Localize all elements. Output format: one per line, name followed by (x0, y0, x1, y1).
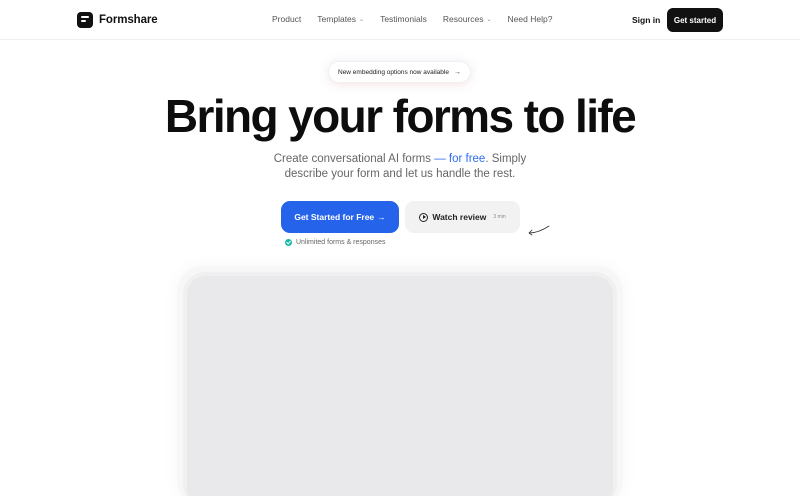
nav-item-label: Testimonials (380, 14, 427, 24)
nav-item-label: Resources (442, 14, 484, 24)
hero-subtitle-line2: describe your form and let us handle the… (284, 167, 516, 180)
product-preview-screen (187, 276, 613, 496)
nav-item-product[interactable]: Product (272, 14, 301, 24)
chevron-down-icon: ⌄ (486, 16, 492, 23)
nav-item-label: Product (272, 14, 302, 24)
hero-subtitle-part2: . Simply (485, 153, 527, 165)
arrow-right-icon: → (453, 68, 461, 76)
hero-subtitle: Create conversational AI forms — for fre… (0, 152, 800, 181)
announcement-label: New embedding options now available (338, 68, 449, 76)
hero-subtitle-part1: Create conversational AI forms (273, 153, 435, 165)
hero-subtitle-highlight: — for free (434, 153, 486, 165)
brand-logo[interactable]: Formshare (77, 12, 158, 28)
check-circle-icon (285, 239, 292, 246)
video-duration: 3 min (493, 214, 506, 220)
nav-item-resources[interactable]: Resources ⌄ (443, 14, 492, 24)
nav-menu: Product Templates ⌄ Testimonials Resourc… (272, 14, 552, 24)
get-started-free-label: Get Started for Free (294, 212, 375, 222)
sign-in-link[interactable]: Sign in (632, 15, 660, 25)
watch-review-button[interactable]: Watch review 3 min (405, 201, 520, 233)
watch-review-label: Watch review (432, 212, 487, 222)
arrow-right-icon: → (377, 212, 386, 222)
squiggle-arrow-icon (528, 225, 550, 236)
nav-item-need-help[interactable]: Need Help? (508, 14, 553, 24)
nav-item-templates[interactable]: Templates ⌄ (317, 14, 364, 24)
free-plan-note-label: Unlimited forms & responses (296, 239, 386, 246)
nav-item-label: Templates (317, 14, 357, 24)
free-plan-note: Unlimited forms & responses (285, 239, 385, 246)
hero-title: Bring your forms to life (164, 90, 637, 142)
play-icon (419, 212, 429, 222)
nav-item-testimonials[interactable]: Testimonials (380, 14, 427, 24)
get-started-button[interactable]: Get started (667, 8, 723, 32)
chevron-down-icon: ⌄ (359, 16, 365, 23)
nav-item-label: Need Help? (507, 14, 553, 24)
get-started-free-button[interactable]: Get Started for Free → (281, 201, 399, 233)
top-nav: Formshare Product Templates ⌄ Testimonia… (0, 0, 800, 40)
brand-name: Formshare (99, 14, 158, 26)
announcement-pill[interactable]: New embedding options now available → (329, 62, 470, 82)
formshare-logo-icon (77, 12, 93, 28)
